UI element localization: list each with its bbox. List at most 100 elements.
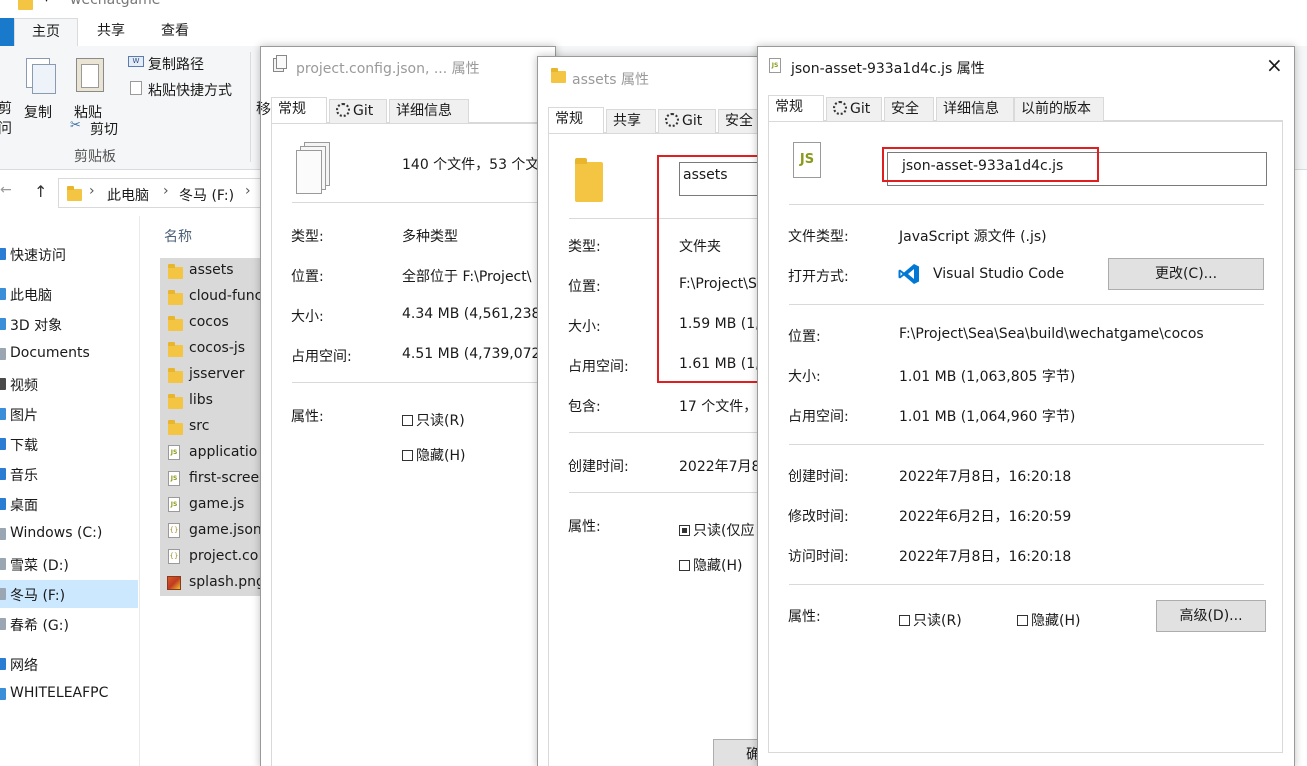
file-name: splash.png — [189, 574, 265, 590]
dialog3-readonly-checkbox[interactable]: 只读(R) — [899, 610, 962, 630]
dialog1-row-label-3: 占用空间: — [291, 349, 352, 365]
file-row[interactable]: cocos — [160, 310, 270, 336]
dialog2-tab-general[interactable]: 常规 — [548, 107, 604, 133]
dialog3-tab-details[interactable]: 详细信息 — [936, 97, 1014, 121]
nav-item[interactable]: Windows (C:) — [0, 520, 138, 548]
nav-item-label: 快速访问 — [10, 248, 66, 264]
nav-item[interactable]: 音乐 — [0, 460, 138, 488]
dialog2-row-label-1: 位置: — [568, 279, 601, 295]
dialog3-tab-general[interactable]: 常规 — [768, 95, 824, 121]
nav-item-label: WHITELEAFPC — [10, 685, 109, 701]
file-row[interactable]: {} game.json — [160, 518, 270, 544]
ribbon-file-tab[interactable] — [0, 18, 14, 46]
dialog2-row-label-0: 类型: — [568, 239, 601, 255]
ribbon-group-label: 剪贴板 — [74, 149, 116, 165]
nav-item[interactable]: 视频 — [0, 370, 138, 398]
drive-icon — [0, 588, 6, 600]
ribbon-tab-share[interactable]: 共享 — [84, 18, 138, 46]
nav-item-label: 冬马 (F:) — [10, 588, 66, 604]
title-dropdown-icon[interactable]: ▾ — [44, 0, 49, 5]
breadcrumb-this-pc[interactable]: 此电脑 — [107, 185, 149, 205]
nav-item[interactable]: Documents — [0, 340, 138, 368]
file-row[interactable]: JS first-scree — [160, 466, 270, 492]
dialog1-attr-label: 属性: — [291, 409, 324, 425]
folder-icon — [168, 264, 183, 279]
close-icon[interactable]: × — [1266, 53, 1283, 77]
dialog1-readonly-checkbox[interactable]: 只读(R) — [402, 410, 465, 430]
dialog2-readonly-checkbox[interactable]: 只读(仅应 — [679, 520, 754, 540]
dialog2-tab-git[interactable]: Git — [658, 109, 716, 133]
nav-item[interactable]: WHITELEAFPC — [0, 680, 138, 708]
checkbox-icon — [899, 615, 910, 626]
nav-item[interactable]: 春希 (G:) — [0, 610, 138, 638]
dialog3-row-value-0: F:\Project\Sea\Sea\build\wechatgame\coco… — [899, 326, 1204, 342]
file-name: jsserver — [189, 366, 245, 382]
dialog2-row-value-4: 17 个文件， — [679, 399, 758, 415]
advanced-button[interactable]: 高级(D)... — [1156, 600, 1266, 632]
dialog1-tab-general[interactable]: 常规 — [271, 97, 327, 123]
file-row[interactable]: jsserver — [160, 362, 270, 388]
dialog1-tab-details[interactable]: 详细信息 — [389, 99, 469, 123]
nav-item[interactable]: 3D 对象 — [0, 310, 138, 338]
dialog3-open-value: Visual Studio Code — [933, 266, 1065, 282]
image-file-icon — [167, 576, 181, 590]
column-header-name[interactable]: 名称 — [164, 226, 192, 246]
file-name: first-scree — [189, 470, 260, 486]
folder-icon — [168, 316, 183, 331]
nav-item[interactable]: 图片 — [0, 400, 138, 428]
nav-item[interactable]: 下载 — [0, 430, 138, 458]
file-name: cocos — [189, 314, 229, 330]
dialog1-hidden-checkbox[interactable]: 隐藏(H) — [402, 445, 465, 465]
file-row[interactable]: assets — [160, 258, 270, 284]
dialog1-row-value-3: 4.51 MB (4,739,072 — [402, 346, 541, 362]
dialog3-sep-2 — [789, 304, 1264, 305]
js-file-icon: JS — [168, 497, 180, 512]
dialog3-tab-git[interactable]: Git — [826, 97, 882, 121]
file-name: project.co — [189, 548, 259, 564]
dialog2-row-label-3: 占用空间: — [568, 359, 629, 375]
checkbox-icon — [679, 525, 690, 536]
dialog3-tab-previous-versions[interactable]: 以前的版本 — [1014, 97, 1104, 121]
breadcrumb-drive[interactable]: 冬马 (F:) — [179, 185, 234, 205]
nav-item[interactable]: 网络 — [0, 650, 138, 678]
address-bar[interactable]: › 此电脑 › 冬马 (F:) › — [58, 178, 268, 208]
dialog1-sep-2 — [292, 382, 555, 383]
dialog2-tab-share[interactable]: 共享 — [606, 109, 656, 133]
nav-item-label: 此电脑 — [10, 288, 52, 304]
dialog3-tab-security[interactable]: 安全 — [884, 97, 934, 121]
nav-item[interactable]: 桌面 — [0, 490, 138, 518]
git-icon — [665, 113, 679, 127]
file-row[interactable]: {} project.co — [160, 544, 270, 570]
file-row[interactable]: cocos-js — [160, 336, 270, 362]
dialog2-hidden-checkbox[interactable]: 隐藏(H) — [679, 555, 742, 575]
copy-path-icon: W — [128, 56, 144, 67]
file-row[interactable]: JS game.js — [160, 492, 270, 518]
paste-button[interactable]: 粘贴 — [70, 52, 110, 122]
dialog1-titlebar: project.config.json, ... 属性 — [261, 47, 555, 83]
copy-button[interactable]: 复制 — [22, 52, 58, 122]
dialog1-tab-git[interactable]: Git — [329, 99, 387, 123]
file-row[interactable]: libs — [160, 388, 270, 414]
paste-shortcut-button[interactable]: 粘贴快捷方式 — [128, 78, 248, 99]
ribbon-tab-home[interactable]: 主页 — [14, 18, 78, 46]
nav-item-label: 雪菜 (D:) — [10, 558, 69, 574]
nav-item[interactable]: 冬马 (F:) — [0, 580, 138, 608]
file-row[interactable]: src — [160, 414, 270, 440]
file-row[interactable]: JS applicatio — [160, 440, 270, 466]
nav-item[interactable]: 此电脑 — [0, 280, 138, 308]
copy-path-button[interactable]: W 复制路径 — [128, 52, 238, 73]
file-row[interactable]: cloud-func — [160, 284, 270, 310]
ribbon-tab-view[interactable]: 查看 — [148, 18, 202, 46]
file-row[interactable]: splash.png — [160, 570, 270, 596]
folder-icon — [168, 394, 183, 409]
back-arrow-icon[interactable]: ← — [0, 182, 12, 198]
change-button[interactable]: 更改(C)... — [1108, 258, 1264, 290]
nav-item[interactable]: 雪菜 (D:) — [0, 550, 138, 578]
cut-button[interactable]: ✂ 剪切 — [70, 118, 126, 138]
up-arrow-icon[interactable]: ↑ — [34, 182, 47, 201]
folder-icon — [168, 290, 183, 305]
nav-item[interactable]: 快速访问 — [0, 240, 138, 268]
dialog3-hidden-checkbox[interactable]: 隐藏(H) — [1017, 610, 1080, 630]
dialog3-row-label-1: 大小: — [788, 369, 821, 385]
dialog3-titlebar: JS json-asset-933a1d4c.js 属性 × — [758, 47, 1294, 83]
